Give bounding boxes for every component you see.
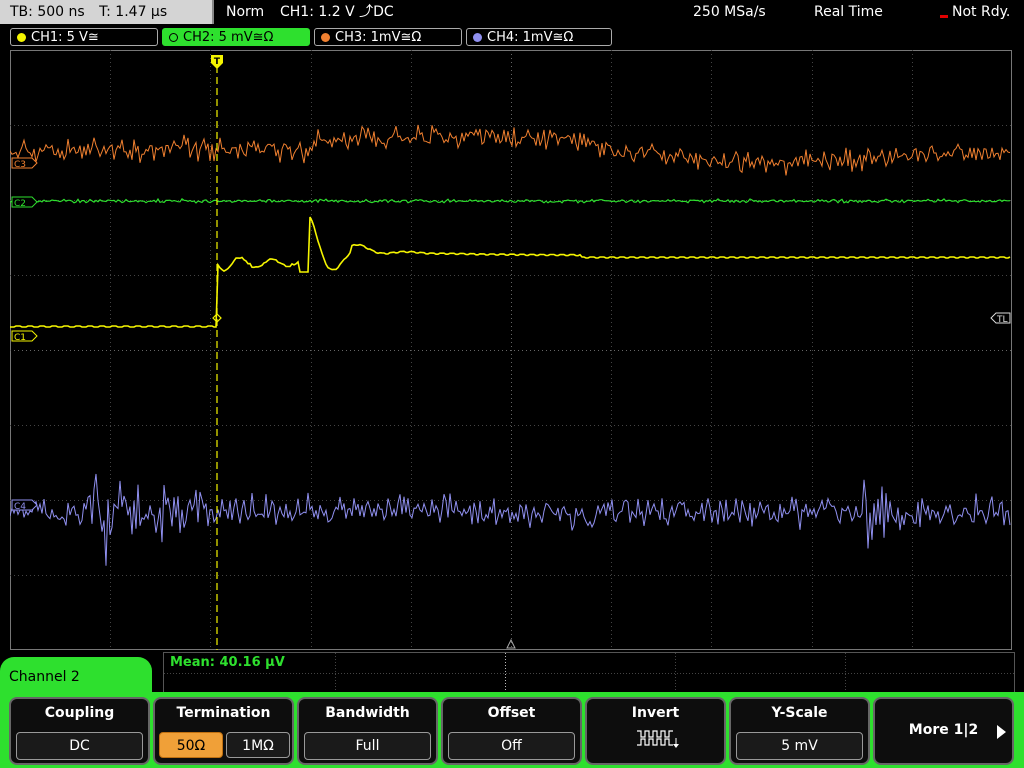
trigger-status: Not Rdy. xyxy=(939,0,1010,24)
invert-softkey[interactable]: Invert xyxy=(585,697,726,765)
channel-tab-ch4[interactable]: CH4: 1mV≅Ω xyxy=(466,28,612,46)
measurement-panel: Mean: 40.16 µV xyxy=(163,652,1015,694)
measurement-grid xyxy=(164,653,1014,693)
trigger-level-marker[interactable]: TL xyxy=(990,312,1011,325)
ch1-marker-label: C1 xyxy=(14,333,26,343)
bandwidth-softkey[interactable]: Bandwidth Full xyxy=(297,697,438,765)
grid-lines xyxy=(10,50,1012,650)
coupling-softkey[interactable]: Coupling DC xyxy=(9,697,150,765)
ch2-offset-marker[interactable]: C2 xyxy=(11,196,38,209)
mean-measurement: Mean: 40.16 µV xyxy=(170,655,285,670)
ch1-label: CH1: 5 V≅ xyxy=(31,30,99,45)
ch4-waveform xyxy=(10,473,1011,566)
termination-1mohm-option[interactable]: 1MΩ xyxy=(226,732,290,758)
coupling-title: Coupling xyxy=(44,705,115,721)
yscale-softkey[interactable]: Y-Scale 5 mV xyxy=(729,697,870,765)
waveform-display[interactable]: T C3 C2 C1 C4 TL xyxy=(10,50,1012,650)
menu-title: Channel 2 xyxy=(9,669,80,685)
channel-tab-ch3[interactable]: CH3: 1mV≅Ω xyxy=(314,28,462,46)
invert-waveform-icon xyxy=(637,730,679,748)
menu-title-tab: Channel 2 xyxy=(0,657,152,699)
offset-value[interactable]: Off xyxy=(448,732,575,760)
channel-tab-ch2[interactable]: CH2: 5 mV≅Ω xyxy=(162,28,310,46)
more-softkey[interactable]: More 1|2 xyxy=(873,697,1014,765)
acquisition-mode: Real Time xyxy=(814,4,883,20)
trigger-position-marker[interactable]: T xyxy=(211,55,223,69)
trigger-mode[interactable]: Norm xyxy=(226,0,264,24)
ch1-color-icon xyxy=(17,33,26,42)
trigger-setting[interactable]: CH1: 1.2 V ⤴DC xyxy=(280,0,394,24)
arrow-right-icon xyxy=(997,725,1006,739)
ch1-offset-marker[interactable]: C1 xyxy=(11,330,38,343)
ch3-label: CH3: 1mV≅Ω xyxy=(335,30,422,45)
yscale-title: Y-Scale xyxy=(771,705,828,721)
channel-tab-ch1[interactable]: CH1: 5 V≅ xyxy=(10,28,158,46)
yscale-value[interactable]: 5 mV xyxy=(736,732,863,760)
bandwidth-value[interactable]: Full xyxy=(304,732,431,760)
ch4-marker-label: C4 xyxy=(14,502,26,512)
invert-title: Invert xyxy=(631,705,680,721)
termination-50ohm-option[interactable]: 50Ω xyxy=(159,732,223,758)
ch4-color-icon xyxy=(473,33,482,42)
offset-title: Offset xyxy=(487,705,536,721)
ch3-marker-label: C3 xyxy=(14,160,26,170)
more-label: More 1|2 xyxy=(908,722,979,738)
bandwidth-title: Bandwidth xyxy=(325,705,410,721)
ch3-offset-marker[interactable]: C3 xyxy=(11,157,38,170)
ch4-offset-marker[interactable]: C4 xyxy=(11,499,38,512)
timebase-value: TB: 500 ns xyxy=(10,4,85,20)
trigger-marker-label: T xyxy=(214,57,221,67)
status-bar: TB: 500 ns T: 1.47 µs Norm CH1: 1.2 V ⤴D… xyxy=(0,0,1024,26)
coupling-value[interactable]: DC xyxy=(16,732,143,760)
timebase-box[interactable]: TB: 500 ns T: 1.47 µs xyxy=(0,0,214,24)
termination-title: Termination xyxy=(176,705,271,721)
termination-softkey[interactable]: Termination 50Ω 1MΩ xyxy=(153,697,294,765)
ch2-color-icon xyxy=(169,33,178,42)
ch4-label: CH4: 1mV≅Ω xyxy=(487,30,574,45)
waveform-graticule: T C3 C2 C1 C4 TL xyxy=(10,50,1012,650)
ch2-label: CH2: 5 mV≅Ω xyxy=(183,30,274,45)
ch3-color-icon xyxy=(321,33,330,42)
offset-softkey[interactable]: Offset Off xyxy=(441,697,582,765)
ch2-marker-label: C2 xyxy=(14,199,26,209)
sample-rate: 250 MSa/s xyxy=(693,4,766,20)
ch1-waveform xyxy=(10,216,1011,328)
ch2-waveform xyxy=(10,197,1011,204)
trigger-time-value: T: 1.47 µs xyxy=(99,4,168,20)
trigger-level-label: TL xyxy=(996,315,1008,325)
ch3-waveform xyxy=(10,124,1011,176)
